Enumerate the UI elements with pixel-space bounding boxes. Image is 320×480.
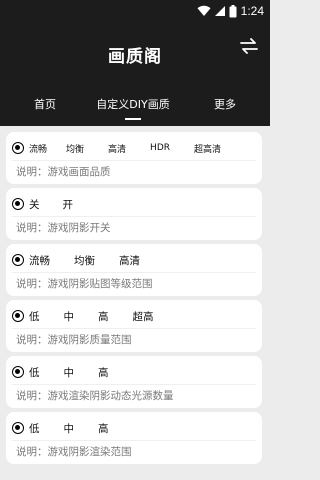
card-divider	[12, 384, 256, 385]
option-off[interactable]: 关	[29, 197, 40, 212]
signal-icon	[214, 6, 225, 16]
swap-button[interactable]	[238, 36, 260, 56]
card-divider	[12, 272, 256, 273]
radio-selected-icon[interactable]	[12, 254, 24, 266]
option-low[interactable]: 低	[29, 309, 40, 324]
setting-description: 说明：游戏阴影贴图等级范围	[16, 278, 153, 290]
swap-arrows-icon	[240, 38, 258, 54]
settings-list: 流畅 均衡 高清 HDR 超高清 说明：游戏画面品质 关 开 说明：游戏阴影开关…	[6, 132, 264, 468]
radio-selected-icon[interactable]	[12, 142, 24, 154]
option-row: 低 中 高	[12, 363, 256, 381]
option-row: 低 中 高 超高	[12, 307, 256, 325]
option-medium[interactable]: 中	[64, 309, 75, 324]
option-row: 低 中 高	[12, 419, 256, 437]
setting-card-shadow-range: 低 中 高 说明：游戏阴影渲染范围	[6, 412, 262, 464]
option-low[interactable]: 低	[29, 365, 40, 380]
status-bar: 1:24	[0, 0, 270, 22]
option-row: 关 开	[12, 195, 256, 213]
option-high[interactable]: 高	[98, 309, 109, 324]
setting-card-shadow-map: 流畅 均衡 高清 说明：游戏阴影贴图等级范围	[6, 244, 262, 296]
option-balanced[interactable]: 均衡	[74, 253, 95, 268]
option-balanced[interactable]: 均衡	[66, 142, 84, 155]
option-hdr[interactable]: HDR	[150, 143, 170, 153]
status-time: 1:24	[240, 4, 264, 18]
setting-card-shadow-quality: 低 中 高 超高 说明：游戏阴影质量范围	[6, 300, 262, 352]
option-hd[interactable]: 高清	[108, 142, 126, 155]
tab-more[interactable]: 更多	[210, 96, 240, 122]
setting-description: 说明：游戏渲染阴影动态光源数量	[16, 390, 174, 402]
option-low[interactable]: 低	[29, 421, 40, 436]
status-icons: 1:24	[197, 3, 264, 19]
tab-indicator	[125, 118, 141, 120]
option-ultra-hd[interactable]: 超高清	[194, 142, 221, 155]
option-smooth[interactable]: 流畅	[29, 142, 47, 155]
wifi-icon	[197, 5, 211, 16]
setting-card-shadow-toggle: 关 开 说明：游戏阴影开关	[6, 188, 262, 240]
option-high[interactable]: 高	[98, 421, 109, 436]
setting-description: 说明：游戏阴影渲染范围	[16, 446, 132, 458]
card-divider	[12, 440, 256, 441]
setting-description: 说明：游戏阴影质量范围	[16, 334, 132, 346]
option-medium[interactable]: 中	[64, 421, 75, 436]
setting-description: 说明：游戏画面品质	[16, 166, 111, 178]
option-on[interactable]: 开	[63, 197, 74, 212]
page-title: 画质阁	[108, 47, 162, 67]
option-smooth[interactable]: 流畅	[29, 253, 50, 268]
option-ultra[interactable]: 超高	[133, 309, 154, 324]
radio-selected-icon[interactable]	[12, 198, 24, 210]
battery-icon	[229, 4, 237, 17]
card-divider	[12, 328, 256, 329]
setting-card-dynamic-lights: 低 中 高 说明：游戏渲染阴影动态光源数量	[6, 356, 262, 408]
radio-selected-icon[interactable]	[12, 310, 24, 322]
option-hd[interactable]: 高清	[119, 253, 140, 268]
radio-selected-icon[interactable]	[12, 366, 24, 378]
setting-description: 说明：游戏阴影开关	[16, 222, 111, 234]
option-medium[interactable]: 中	[64, 365, 75, 380]
option-high[interactable]: 高	[98, 365, 109, 380]
tab-home[interactable]: 首页	[30, 96, 60, 122]
card-divider	[12, 160, 256, 161]
option-row: 流畅 均衡 高清 HDR 超高清	[12, 139, 256, 157]
card-divider	[12, 216, 256, 217]
option-row: 流畅 均衡 高清	[12, 251, 256, 269]
setting-card-quality: 流畅 均衡 高清 HDR 超高清 说明：游戏画面品质	[6, 132, 262, 184]
radio-selected-icon[interactable]	[12, 422, 24, 434]
app-header: 1:24 画质阁 首页 自定义DIY画质 更多	[0, 0, 270, 126]
tab-bar: 首页 自定义DIY画质 更多	[0, 96, 270, 126]
